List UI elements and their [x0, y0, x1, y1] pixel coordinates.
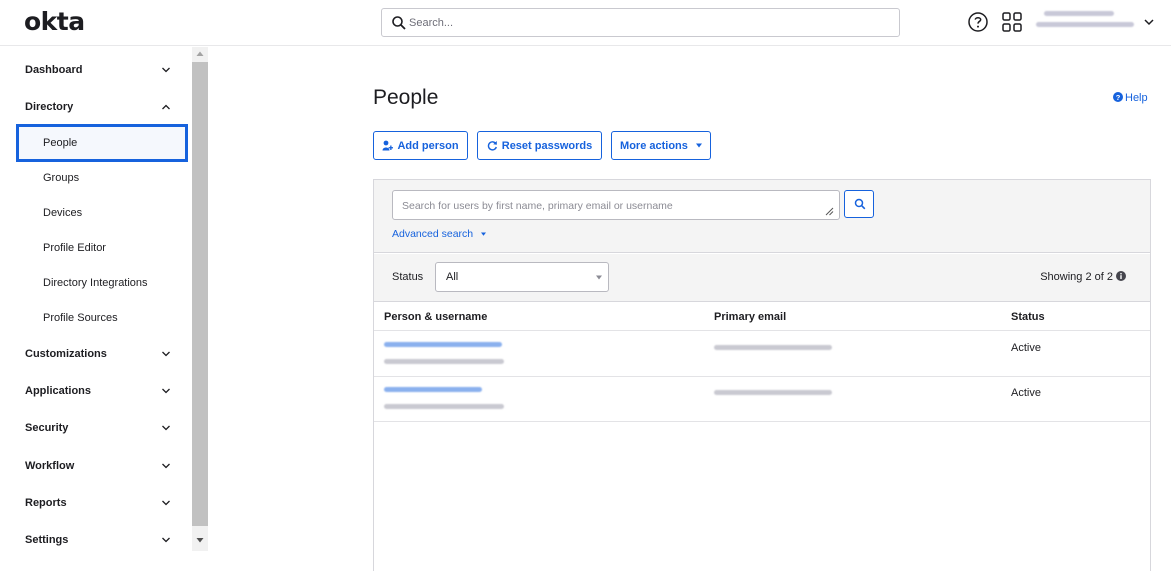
person-email — [714, 345, 832, 350]
results-count-label: Showing 2 of 2 — [1040, 271, 1113, 283]
add-person-button[interactable]: Add person — [373, 131, 468, 160]
sidebar-section-label: Settings — [25, 534, 69, 546]
sidebar-section-customizations[interactable]: Customizations — [0, 339, 192, 369]
sidebar-section-dashboard[interactable]: Dashboard — [0, 55, 192, 85]
status-filter-area: Status All Showing 2 of 2 — [374, 254, 1150, 302]
apps-grid-icon[interactable] — [1001, 11, 1023, 33]
sidebar-section-label: Directory — [25, 101, 74, 113]
user-search-box[interactable] — [392, 190, 840, 220]
global-search-input[interactable] — [409, 13, 889, 32]
add-person-label: Add person — [397, 139, 459, 152]
advanced-search-link[interactable]: Advanced search — [392, 228, 487, 240]
sidebar-section-reports[interactable]: Reports — [0, 488, 192, 518]
chevron-down-icon — [162, 463, 170, 469]
more-actions-button[interactable]: More actions — [611, 131, 711, 160]
search-icon — [854, 198, 866, 210]
sidebar-section-label: Reports — [25, 497, 67, 509]
user-search-area: Advanced search — [374, 180, 1150, 253]
caret-down-icon — [596, 275, 602, 280]
user-search-input[interactable] — [402, 197, 822, 214]
chevron-down-icon — [162, 425, 170, 431]
search-icon — [392, 16, 406, 30]
top-bar: okta — [0, 0, 1171, 46]
person-email — [714, 390, 832, 395]
status-filter-label: Status — [392, 271, 424, 283]
people-panel: Advanced search Status All Showing 2 of … — [373, 179, 1151, 571]
sidebar-section-settings[interactable]: Settings — [0, 525, 192, 555]
person-username — [384, 404, 504, 409]
scroll-down-arrow-icon[interactable] — [196, 536, 204, 544]
sidebar-item-groups[interactable]: Groups — [16, 163, 188, 193]
user-search-button[interactable] — [844, 190, 874, 218]
sidebar-item-people[interactable]: People — [16, 124, 188, 162]
person-status: Active — [1011, 342, 1041, 354]
sidebar-item-label: Profile Editor — [43, 242, 106, 254]
info-icon[interactable] — [1116, 271, 1126, 281]
user-org-menu[interactable] — [1036, 11, 1136, 33]
sidebar-item-directory-integrations[interactable]: Directory Integrations — [16, 268, 188, 298]
person-status: Active — [1011, 387, 1041, 399]
chevron-down-icon — [162, 351, 170, 357]
okta-logo[interactable]: okta — [24, 7, 85, 36]
chevron-down-icon — [162, 67, 170, 73]
global-search[interactable] — [381, 8, 900, 37]
chevron-down-icon[interactable] — [1143, 17, 1155, 27]
sidebar-section-label: Applications — [25, 385, 92, 397]
sidebar-item-profile-editor[interactable]: Profile Editor — [16, 233, 188, 263]
sidebar-item-label: Profile Sources — [43, 312, 118, 324]
sidebar-section-label: Customizations — [25, 348, 107, 360]
sidebar-section-applications[interactable]: Applications — [0, 376, 192, 406]
help-circle-icon[interactable] — [967, 11, 989, 33]
help-link-label: Help — [1125, 92, 1148, 104]
scroll-up-arrow-icon[interactable] — [196, 50, 204, 58]
column-header-status[interactable]: Status — [1011, 311, 1045, 323]
sidebar-section-label: Dashboard — [25, 64, 83, 76]
sidebar-section-workflow[interactable]: Workflow — [0, 451, 192, 481]
results-count: Showing 2 of 2 — [1040, 271, 1126, 283]
sidebar-item-label: Groups — [43, 172, 80, 184]
sidebar-item-label: Directory Integrations — [43, 277, 148, 289]
person-username — [384, 359, 504, 364]
sidebar-section-security[interactable]: Security — [0, 413, 192, 443]
chevron-down-icon — [162, 537, 170, 543]
more-actions-label: More actions — [620, 139, 688, 152]
sidebar-section-directory[interactable]: Directory — [0, 92, 192, 122]
page-title: People — [373, 86, 439, 109]
add-person-icon — [382, 140, 394, 150]
sidebar-section-label: Workflow — [25, 460, 75, 472]
sidebar-item-label: People — [43, 137, 78, 149]
reset-passwords-button[interactable]: Reset passwords — [477, 131, 602, 160]
person-name-link[interactable] — [384, 342, 502, 347]
sidebar-item-profile-sources[interactable]: Profile Sources — [16, 303, 188, 333]
sidebar-scroll-thumb[interactable] — [192, 62, 208, 526]
sidebar: Dashboard Directory People Groups Device… — [0, 47, 192, 571]
advanced-search-label: Advanced search — [392, 228, 474, 240]
caret-down-icon — [481, 232, 487, 236]
help-link[interactable]: ? Help — [1113, 92, 1148, 104]
help-circle-icon: ? — [1113, 92, 1123, 102]
chevron-up-icon — [162, 104, 170, 110]
chevron-down-icon — [162, 500, 170, 506]
svg-text:?: ? — [1116, 93, 1121, 102]
column-header-email[interactable]: Primary email — [714, 311, 786, 323]
resize-grip-icon[interactable] — [824, 206, 834, 216]
reset-passwords-label: Reset passwords — [501, 139, 593, 152]
chevron-down-icon — [162, 388, 170, 394]
person-name-link[interactable] — [384, 387, 482, 392]
column-header-person[interactable]: Person & username — [384, 311, 487, 323]
table-header: Person & username Primary email Status — [374, 303, 1150, 331]
table-row: Active — [374, 332, 1150, 377]
status-filter-value: All — [446, 271, 459, 283]
refresh-icon — [487, 140, 497, 151]
table-row: Active — [374, 377, 1150, 422]
status-filter-select[interactable]: All — [435, 262, 609, 292]
sidebar-item-label: Devices — [43, 207, 83, 219]
sidebar-item-devices[interactable]: Devices — [16, 198, 188, 228]
caret-down-icon — [695, 143, 702, 147]
sidebar-section-label: Security — [25, 422, 69, 434]
